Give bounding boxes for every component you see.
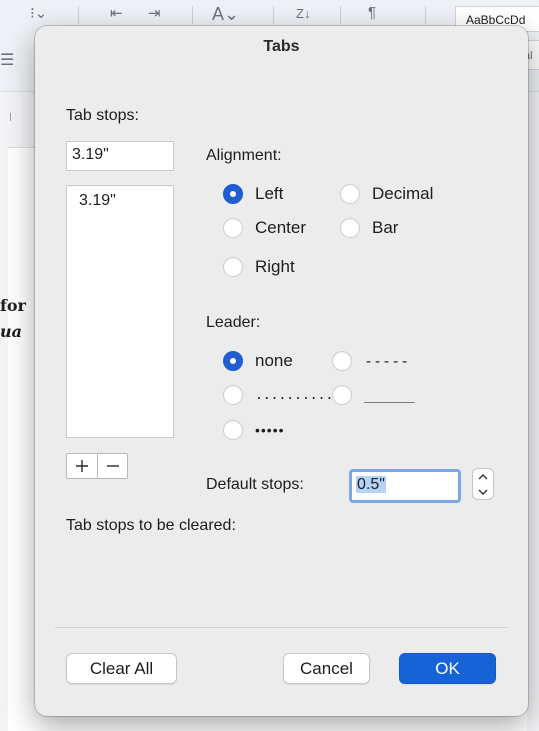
minus-icon [106,465,119,467]
radio-label: .......... [255,387,334,403]
radio-indicator [340,184,360,204]
tab-stops-list[interactable]: 3.19" [66,185,174,438]
leader-underline-radio[interactable]: ______ [332,385,415,405]
default-stops-value: 0.5" [356,476,386,493]
radio-label: none [255,351,293,370]
dialog-title: Tabs [263,38,300,55]
alignment-label: Alignment: [206,147,282,164]
tab-stops-label: Tab stops: [66,107,139,124]
separator [192,6,193,24]
radio-indicator [223,257,243,277]
radio-indicator [332,351,352,371]
page-margin [0,92,8,731]
pilcrow-icon: ¶ [368,4,377,21]
default-stops-input[interactable]: 0.5" [349,469,461,503]
leader-none-radio[interactable]: none [223,351,293,371]
radio-label: Right [255,257,295,276]
page-margin [527,92,539,731]
tab-stops-cleared-label: Tab stops to be cleared: [66,517,236,534]
cancel-button[interactable]: Cancel [283,653,370,684]
font-color-icon: A⌄ [212,4,240,24]
stepper-down-button[interactable] [473,484,493,499]
radio-label: Decimal [372,184,434,203]
radio-selected-indicator [223,184,243,204]
default-stops-stepper[interactable] [472,468,494,500]
radio-indicator [332,385,352,405]
separator [425,6,426,24]
remove-tab-stop-button[interactable] [97,454,127,478]
alignment-left-radio[interactable]: Left [223,184,283,204]
separator [78,6,79,24]
alignment-center-radio[interactable]: Center [223,218,306,238]
default-stops-label: Default stops: [206,476,304,493]
tab-stop-position-input[interactable]: 3.19" [66,141,174,171]
list-item[interactable]: 3.19" [79,192,116,210]
alignment-decimal-radio[interactable]: Decimal [340,184,433,204]
paragraph-icon: ☰ [0,52,15,69]
radio-label: Bar [372,218,399,237]
ruler-tick [10,113,11,121]
document-text: for [0,296,26,315]
chevron-down-icon [478,489,488,495]
indent-increase-icon: ⇥ [148,5,161,22]
radio-label: Left [255,184,284,203]
radio-label: ----- [364,352,410,370]
divider [55,627,508,628]
radio-indicator [223,218,243,238]
tabs-dialog: Tabs Tab stops: 3.19" 3.19" Alignment: L… [35,26,528,716]
leader-dots-radio[interactable]: .......... [223,385,333,405]
radio-indicator [223,420,243,440]
separator [273,6,274,24]
radio-label: ______ [364,387,415,403]
alignment-bar-radio[interactable]: Bar [340,218,398,238]
separator [340,6,341,24]
leader-label: Leader: [206,314,261,331]
document-text: ua [0,322,22,341]
radio-label: ••••• [255,422,285,438]
indent-decrease-icon: ⇤ [110,5,123,22]
radio-selected-indicator [223,351,243,371]
stepper-up-button[interactable] [473,469,493,484]
clear-all-button[interactable]: Clear All [66,653,177,684]
radio-indicator [340,218,360,238]
radio-indicator [223,385,243,405]
radio-label: Center [255,218,307,237]
alignment-right-radio[interactable]: Right [223,257,295,277]
list-icon: ⁝⌄ [30,5,48,22]
ok-button[interactable]: OK [399,653,496,684]
leader-bullets-radio[interactable]: ••••• [223,420,285,440]
sort-icon: Z↓ [296,6,311,21]
chevron-up-icon [478,473,488,479]
leader-dashes-radio[interactable]: ----- [332,351,409,371]
add-tab-stop-button[interactable] [67,454,97,478]
plus-icon [76,460,88,472]
add-remove-control [66,453,128,479]
